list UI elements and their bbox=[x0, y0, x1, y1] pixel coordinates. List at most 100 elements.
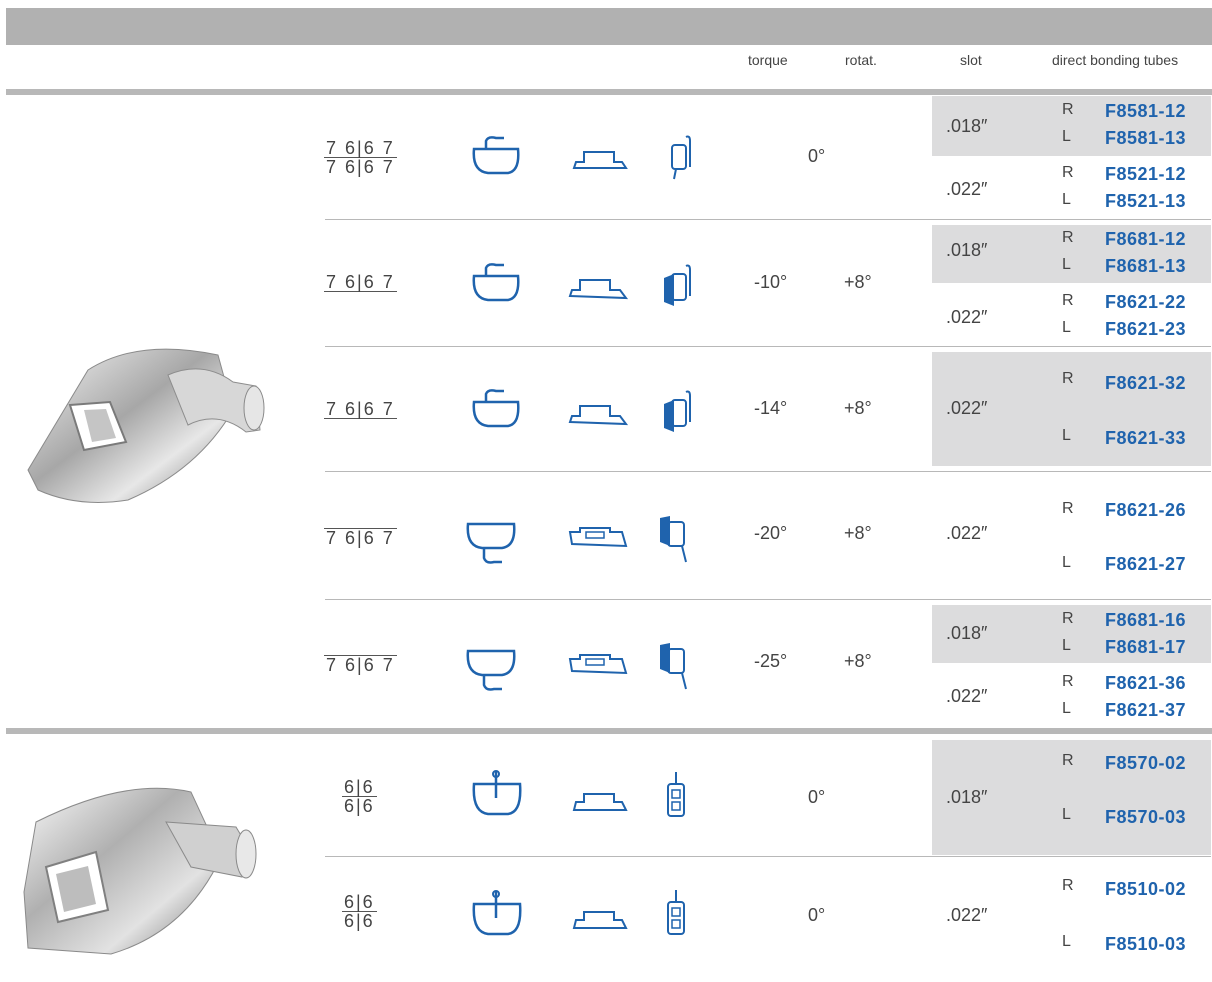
left-label: L bbox=[1062, 554, 1071, 571]
torque-value: -20° bbox=[754, 523, 788, 543]
torque-value: 0° bbox=[808, 787, 826, 807]
part-number: F8621-27 bbox=[1105, 554, 1187, 574]
slot-value: .022″ bbox=[946, 307, 988, 327]
side-view-icon bbox=[568, 527, 628, 548]
occlusal-view-icon bbox=[472, 389, 520, 428]
occlusal-view-icon bbox=[472, 136, 520, 175]
part-number: F8621-23 bbox=[1105, 319, 1187, 339]
side-view-icon bbox=[568, 405, 629, 426]
buccal-view-icon bbox=[671, 135, 691, 180]
part-number: F8681-13 bbox=[1105, 256, 1187, 276]
part-number: F8581-13 bbox=[1105, 128, 1187, 148]
header-tubes: direct bonding tubes bbox=[1052, 52, 1179, 68]
tooth-notation: 7 6|6 7 bbox=[324, 655, 397, 675]
right-label: R bbox=[1062, 752, 1074, 769]
section-divider bbox=[6, 89, 1212, 95]
tooth-notation: 7 6|6 7 bbox=[324, 272, 397, 292]
buccal-view-icon bbox=[667, 772, 685, 817]
rotation-value: +8° bbox=[844, 651, 872, 671]
tube-photo-1 bbox=[27, 348, 265, 503]
part-number: F8681-12 bbox=[1105, 229, 1187, 249]
occlusal-view-icon bbox=[472, 890, 522, 936]
tooth-notation: 6|6 6|6 bbox=[342, 777, 377, 816]
part-number: F8510-02 bbox=[1105, 879, 1187, 899]
torque-value: -14° bbox=[754, 398, 788, 418]
torque-value: 0° bbox=[808, 146, 826, 166]
slot-value: .022″ bbox=[946, 523, 988, 543]
left-label: L bbox=[1062, 806, 1071, 823]
right-label: R bbox=[1062, 292, 1074, 309]
torque-value: -10° bbox=[754, 272, 788, 292]
tooth-notation: 7 6|6 7 7 6|6 7 bbox=[324, 138, 397, 177]
row-separator bbox=[325, 219, 1211, 220]
part-number: F8521-13 bbox=[1105, 191, 1187, 211]
buccal-view-icon bbox=[660, 643, 687, 690]
slot-value: .018″ bbox=[946, 240, 988, 260]
occlusal-view-icon bbox=[472, 770, 522, 816]
slot-value: .022″ bbox=[946, 398, 988, 418]
left-label: L bbox=[1062, 933, 1071, 950]
tooth-notation: 6|6 6|6 bbox=[342, 892, 377, 931]
buccal-view-icon bbox=[660, 516, 687, 563]
left-label: L bbox=[1062, 256, 1071, 273]
part-number: F8621-22 bbox=[1105, 292, 1187, 312]
left-label: L bbox=[1062, 128, 1071, 145]
rotation-value: +8° bbox=[844, 272, 872, 292]
rotation-value: +8° bbox=[844, 523, 872, 543]
part-number: F8621-32 bbox=[1105, 373, 1187, 393]
row-separator bbox=[325, 346, 1211, 347]
header-torque: torque bbox=[748, 52, 788, 68]
slot-value: .022″ bbox=[946, 179, 988, 199]
section-divider bbox=[6, 728, 1212, 734]
buccal-view-icon bbox=[667, 890, 685, 935]
title-bar bbox=[6, 8, 1212, 45]
part-number: F8521-12 bbox=[1105, 164, 1187, 184]
occlusal-view-icon bbox=[466, 522, 516, 564]
left-label: L bbox=[1062, 700, 1071, 717]
part-number: F8621-33 bbox=[1105, 428, 1187, 448]
torque-value: 0° bbox=[808, 905, 826, 925]
side-view-icon bbox=[568, 279, 629, 300]
slot-value: .022″ bbox=[946, 905, 988, 925]
slot-value: .022″ bbox=[946, 686, 988, 706]
tube-photo-2 bbox=[23, 787, 257, 955]
header-rotation: rotat. bbox=[845, 52, 877, 68]
right-label: R bbox=[1062, 877, 1074, 894]
left-label: L bbox=[1062, 637, 1071, 654]
tooth-notation: 7 6|6 7 bbox=[324, 528, 397, 548]
occlusal-view-icon bbox=[466, 649, 516, 691]
side-view-icon bbox=[572, 151, 628, 169]
part-number: F8621-36 bbox=[1105, 673, 1187, 693]
row-separator bbox=[325, 599, 1211, 600]
part-number: F8570-03 bbox=[1105, 807, 1187, 827]
part-number: F8570-02 bbox=[1105, 753, 1187, 773]
right-label: R bbox=[1062, 673, 1074, 690]
side-view-icon bbox=[572, 793, 628, 811]
part-number: F8621-26 bbox=[1105, 500, 1187, 520]
header-slot: slot bbox=[960, 52, 982, 68]
side-view-icon bbox=[572, 911, 628, 929]
buccal-view-icon bbox=[664, 390, 691, 432]
row-separator bbox=[325, 471, 1211, 472]
right-label: R bbox=[1062, 229, 1074, 246]
row-separator bbox=[325, 856, 1211, 857]
side-view-icon bbox=[568, 654, 628, 675]
part-number: F8681-17 bbox=[1105, 637, 1187, 657]
tooth-notation: 7 6|6 7 bbox=[324, 399, 397, 419]
buccal-view-icon bbox=[664, 264, 691, 306]
right-label: R bbox=[1062, 101, 1074, 118]
torque-value: -25° bbox=[754, 651, 788, 671]
right-label: R bbox=[1062, 164, 1074, 181]
part-number: F8621-37 bbox=[1105, 700, 1187, 720]
right-label: R bbox=[1062, 500, 1074, 517]
slot-value: .018″ bbox=[946, 116, 988, 136]
rotation-value: +8° bbox=[844, 398, 872, 418]
occlusal-view-icon bbox=[472, 263, 520, 302]
right-label: R bbox=[1062, 610, 1074, 627]
left-label: L bbox=[1062, 319, 1071, 336]
part-number: F8581-12 bbox=[1105, 101, 1187, 121]
slot-value: .018″ bbox=[946, 787, 988, 807]
part-number: F8510-03 bbox=[1105, 934, 1187, 954]
slot-value: .018″ bbox=[946, 623, 988, 643]
part-number: F8681-16 bbox=[1105, 610, 1187, 630]
